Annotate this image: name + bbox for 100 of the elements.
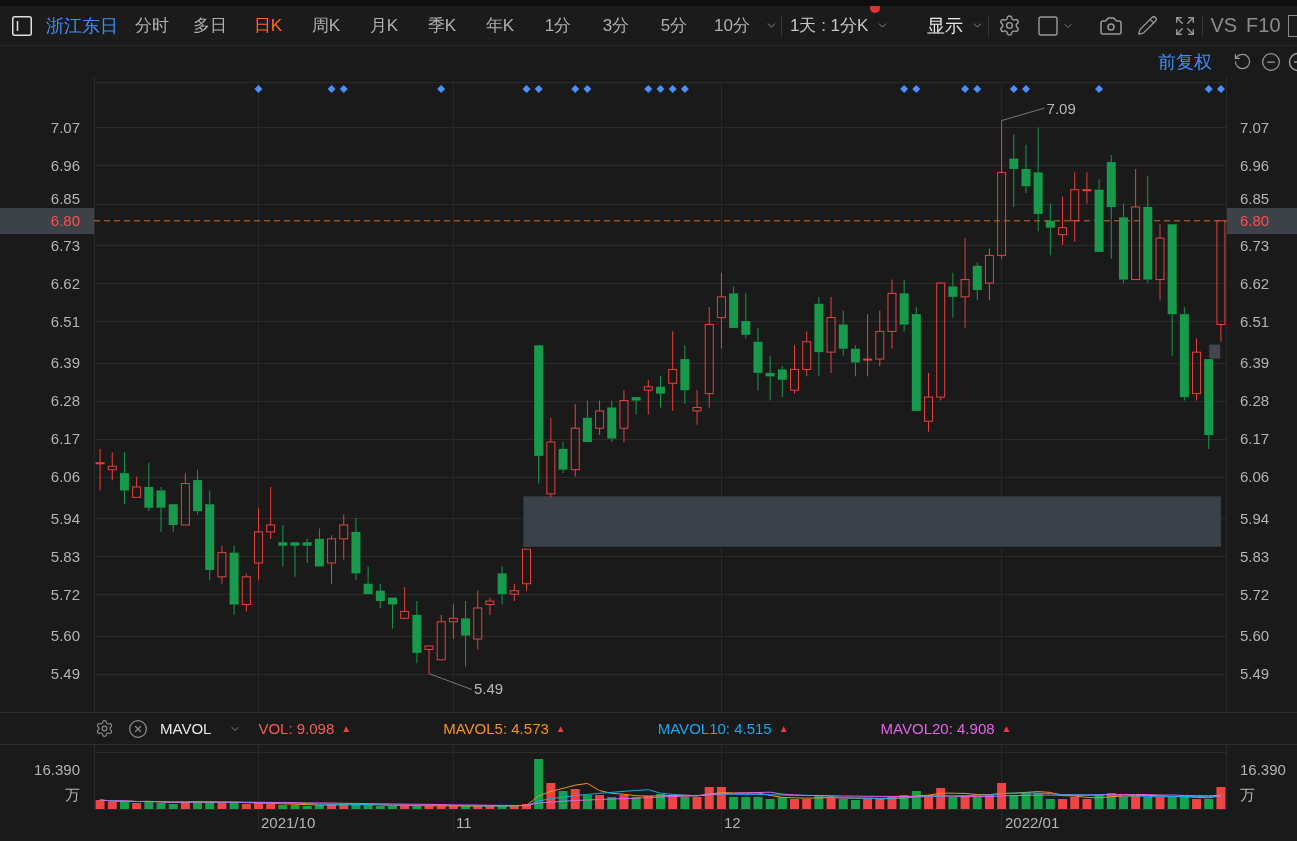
display-dropdown[interactable]: 显示 — [927, 10, 985, 41]
x-axis-label: 12 — [724, 813, 741, 831]
high-price-label: 7.09 — [1046, 99, 1076, 117]
indicator-value: MAVOL10: 4.515 — [657, 720, 772, 737]
trend-arrow: ▲ — [341, 722, 352, 735]
zoom-out-icon[interactable] — [1261, 51, 1281, 72]
diamond-marker-icon — [961, 85, 970, 93]
period-tab[interactable]: 年K — [471, 10, 529, 41]
axis-label: 6.39 — [1240, 354, 1270, 372]
axis-label: 6.73 — [1240, 236, 1270, 254]
close-icon[interactable] — [128, 718, 148, 739]
period-tab[interactable]: 日K — [239, 10, 297, 41]
axis-unit: 万 — [65, 786, 80, 804]
falling-candle — [412, 600, 422, 664]
rising-candle — [473, 590, 483, 650]
rising-candle — [436, 614, 446, 661]
falling-candle — [388, 597, 397, 630]
falling-candle — [558, 441, 568, 474]
falling-candle — [119, 451, 129, 505]
falling-candle — [156, 486, 166, 533]
diamond-marker-icon — [339, 85, 348, 93]
stock-name: 浙江东日 — [46, 14, 118, 38]
diamond-marker-icon — [1009, 85, 1018, 93]
axis-label: 5.60 — [50, 627, 80, 645]
falling-candle — [582, 400, 592, 443]
indicator-dropdown[interactable]: MAVOL — [160, 713, 242, 744]
falling-candle — [899, 279, 909, 332]
axis-label: 16.390 — [1240, 761, 1286, 779]
falling-candle — [753, 327, 763, 391]
period-tab[interactable]: 分时 — [123, 10, 181, 41]
period-tab[interactable]: 10分 — [703, 10, 761, 41]
current-price-tag: 6.80 — [0, 207, 94, 234]
falling-candle — [765, 355, 775, 402]
falling-candle — [850, 344, 860, 377]
axis-label: 5.83 — [50, 547, 80, 565]
axis-label: 6.51 — [1240, 312, 1270, 330]
indicator-value: MAVOL5: 4.573 — [443, 720, 549, 737]
pencil-icon[interactable] — [1137, 15, 1159, 36]
falling-candle — [168, 504, 178, 533]
diamond-marker-icon — [668, 85, 677, 93]
axis-label: 6.73 — [50, 236, 80, 254]
settings-icon[interactable] — [998, 14, 1022, 37]
axis-label: 6.96 — [1240, 157, 1270, 174]
axis-label: 6.62 — [1240, 274, 1270, 292]
rising-candle — [790, 344, 799, 395]
leader-line — [428, 673, 473, 691]
compare-button[interactable]: VS — [1210, 14, 1238, 37]
period-tab[interactable]: 1分 — [529, 10, 587, 41]
axis-label: 6.28 — [50, 392, 80, 410]
rising-candle — [509, 583, 519, 602]
axis-label: 5.94 — [1240, 509, 1270, 527]
axis-label: 5.49 — [50, 665, 80, 683]
rising-candle — [400, 586, 410, 619]
falling-candle — [290, 542, 300, 578]
adjustment-button[interactable]: 前复权 — [1158, 49, 1212, 74]
falling-candle — [229, 545, 239, 616]
axis-label: 6.17 — [50, 430, 80, 448]
falling-candle — [777, 365, 787, 398]
diamond-marker-icon — [680, 85, 689, 93]
undo-icon[interactable] — [1233, 52, 1252, 71]
axis-label: 6.06 — [50, 468, 80, 486]
falling-candle — [278, 524, 288, 567]
period-tab[interactable]: 多日 — [181, 10, 239, 41]
period-tab[interactable]: 周K — [297, 10, 355, 41]
rising-candle — [132, 476, 142, 498]
period-tab[interactable]: 3分 — [587, 10, 645, 41]
diamond-marker-icon — [1095, 85, 1104, 93]
axis-unit: 万 — [1240, 786, 1255, 804]
rising-candle — [266, 486, 276, 540]
axis-label: 6.28 — [1240, 392, 1270, 410]
trend-arrow: ▲ — [778, 722, 789, 735]
falling-candle — [680, 344, 690, 405]
rising-candle — [863, 313, 873, 377]
rising-candle — [448, 604, 458, 640]
axis-label: 6.51 — [50, 312, 80, 330]
period-tab[interactable]: 月K — [355, 10, 413, 41]
diamond-marker-icon — [254, 85, 263, 93]
f10-button[interactable]: F10 — [1246, 14, 1281, 37]
rising-candle — [887, 279, 897, 350]
low-price-label: 5.49 — [474, 680, 504, 698]
rising-candle — [485, 597, 495, 616]
x-axis-label: 11 — [456, 813, 472, 831]
rising-candle — [924, 372, 933, 433]
falling-candle — [631, 397, 641, 415]
rising-candle — [692, 389, 702, 426]
period-tab[interactable]: 季K — [413, 10, 471, 41]
square-icon[interactable] — [1036, 13, 1061, 38]
period-tab[interactable]: 5分 — [645, 10, 703, 41]
falling-candle — [1021, 144, 1031, 194]
falling-candle — [838, 310, 848, 357]
falling-candle — [144, 462, 154, 512]
settings-icon[interactable] — [95, 719, 114, 738]
expand-icon[interactable] — [1174, 14, 1197, 37]
rising-candle — [339, 514, 349, 561]
panel-icon[interactable] — [12, 15, 32, 36]
axis-label: 5.94 — [50, 509, 80, 527]
falling-candle — [607, 400, 617, 443]
axis-label: 7.07 — [50, 118, 80, 136]
axis-label: 5.49 — [1240, 665, 1270, 683]
interval-dropdown[interactable]: 1天 : 1分K — [790, 10, 890, 41]
